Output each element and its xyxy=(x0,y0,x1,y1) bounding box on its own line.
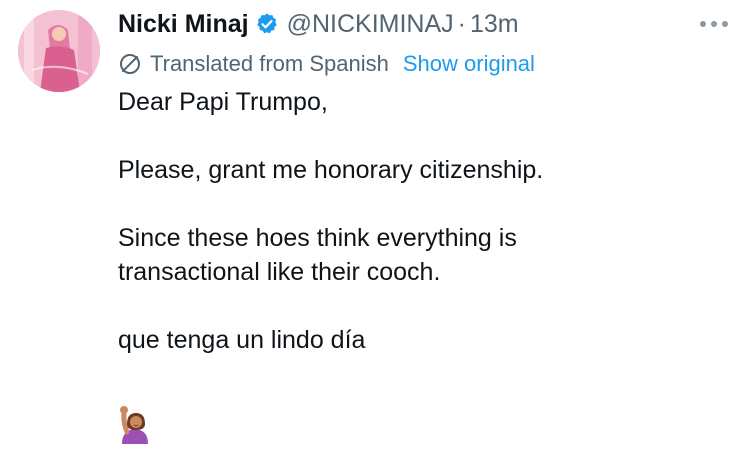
show-original-link[interactable]: Show original xyxy=(403,51,535,77)
tweet-header: Nicki Minaj @NICKIMINAJ · 13m xyxy=(118,6,519,42)
timestamp[interactable]: 13m xyxy=(470,10,519,39)
display-name[interactable]: Nicki Minaj xyxy=(118,10,249,39)
user-handle[interactable]: @NICKIMINAJ xyxy=(287,10,454,39)
tweet-text-line: Please, grant me honorary citizenship. xyxy=(118,156,544,184)
translation-bar: Translated from Spanish Show original xyxy=(118,48,535,80)
translate-globe-icon xyxy=(118,52,142,76)
avatar[interactable] xyxy=(18,10,100,92)
more-options-icon xyxy=(700,21,728,27)
verified-badge-icon xyxy=(255,12,279,36)
separator-dot: · xyxy=(457,9,466,38)
tweet-text-line: transactional like their cooch. xyxy=(118,258,441,286)
more-options-button[interactable] xyxy=(694,12,734,36)
avatar-image xyxy=(18,10,100,92)
tweet-text-line: que tenga un lindo día xyxy=(118,326,366,354)
tweet-text-line: Dear Papi Trumpo, xyxy=(118,88,328,116)
tweet-text-line: Since these hoes think everything is xyxy=(118,224,517,252)
tweet-text: Dear Papi Trumpo, Please, grant me honor… xyxy=(118,85,718,357)
translated-from-label: Translated from Spanish xyxy=(150,51,389,76)
tweet-card: Nicki Minaj @NICKIMINAJ · 13m Translated… xyxy=(0,0,750,454)
raising-hand-emoji xyxy=(118,404,152,444)
